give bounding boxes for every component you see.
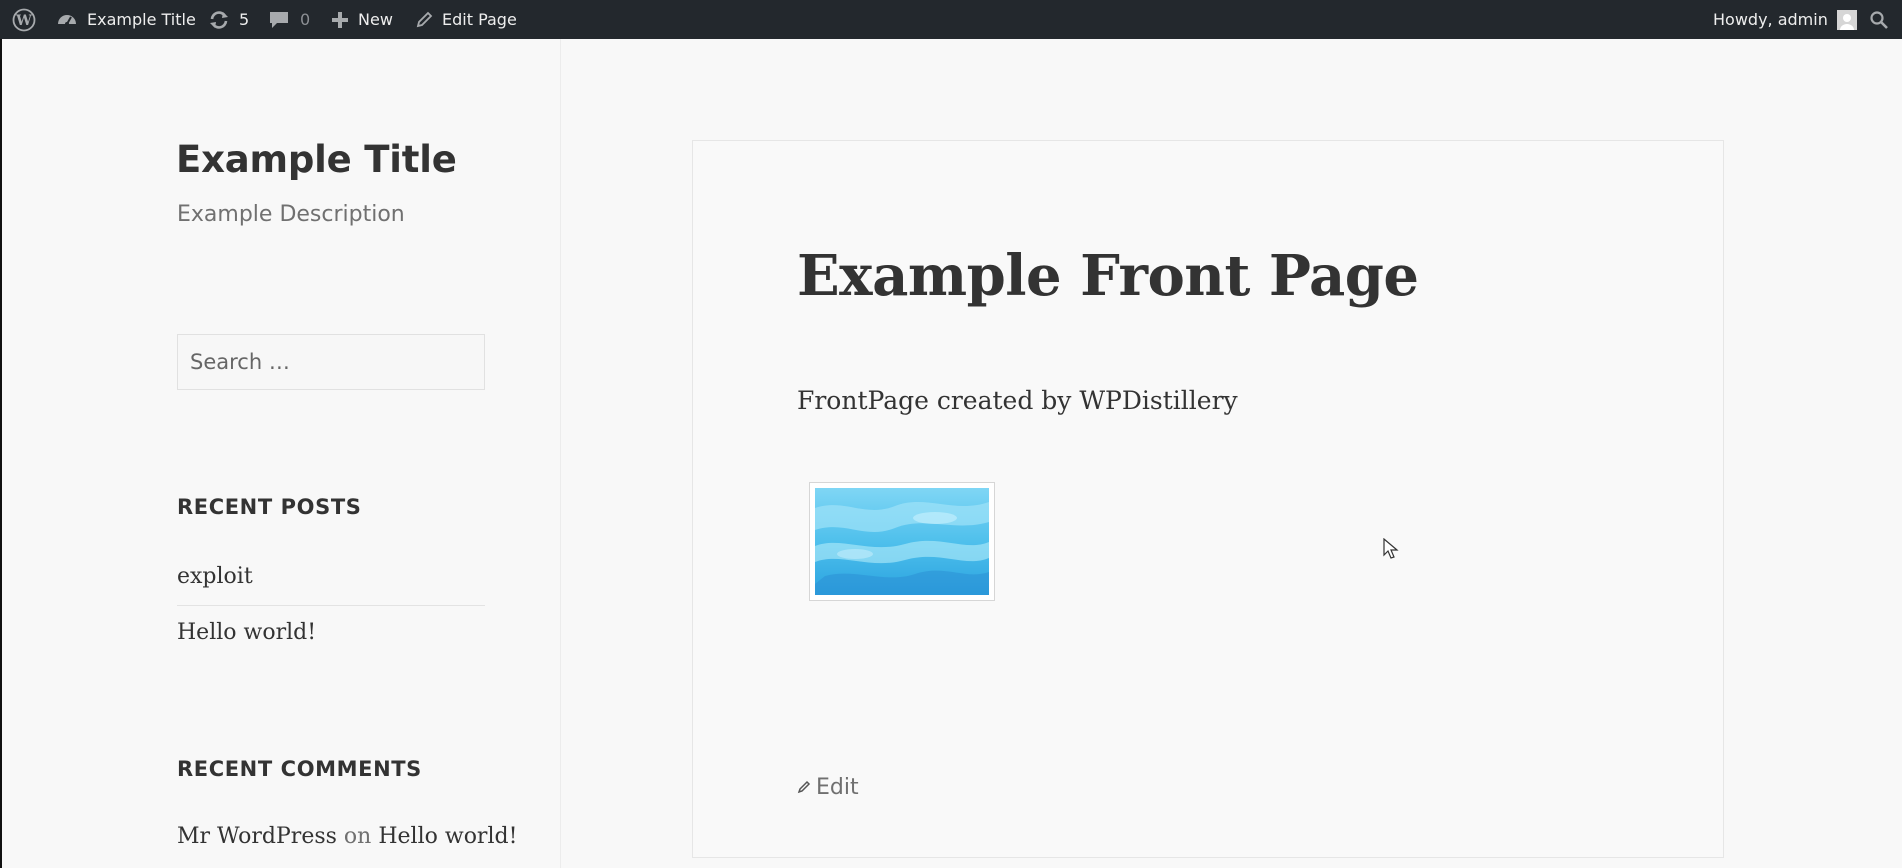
recent-comments-heading: RECENT COMMENTS	[177, 757, 422, 781]
avatar	[1836, 9, 1857, 30]
divider	[177, 605, 485, 606]
plus-icon	[331, 11, 349, 29]
pencil-icon	[797, 775, 811, 800]
site-name-label: Example Title	[87, 10, 196, 29]
page-title: Example Front Page	[797, 243, 1419, 309]
recent-comment-item: Mr WordPress on Hello world!	[177, 824, 517, 849]
site-title[interactable]: Example Title	[176, 138, 457, 182]
recent-post-link[interactable]: Hello world!	[177, 620, 316, 645]
comment-on-label: on	[343, 824, 372, 849]
updates-icon	[208, 10, 230, 30]
comment-post-link[interactable]: Hello world!	[378, 824, 517, 849]
content-image[interactable]	[809, 482, 995, 601]
page-content-text: FrontPage created by WPDistillery	[797, 386, 1238, 415]
new-content-menu[interactable]: New	[331, 0, 393, 39]
dashboard-icon	[56, 10, 78, 30]
account-menu[interactable]: Howdy, admin	[1713, 0, 1857, 39]
new-label: New	[358, 10, 393, 29]
updates-count: 5	[239, 10, 250, 29]
comment-author-link[interactable]: Mr WordPress	[177, 824, 337, 849]
greeting-label: Howdy, admin	[1713, 10, 1828, 29]
mouse-cursor-icon	[1383, 537, 1399, 564]
recent-posts-heading: RECENT POSTS	[177, 495, 362, 519]
edit-page-link[interactable]: Edit Page	[415, 0, 517, 39]
site-description: Example Description	[177, 202, 405, 227]
recent-post-link[interactable]: exploit	[177, 564, 253, 589]
comments-count: 0	[300, 10, 311, 29]
edit-page-link-bottom[interactable]: Edit	[797, 775, 859, 800]
search-input[interactable]	[177, 334, 485, 390]
updates-menu[interactable]: 5	[208, 0, 249, 39]
comments-menu[interactable]: 0	[268, 0, 310, 39]
edit-page-label: Edit Page	[442, 10, 517, 29]
wordpress-logo-icon[interactable]: W	[12, 0, 36, 39]
pencil-icon	[415, 11, 433, 29]
site-name-menu[interactable]: Example Title	[56, 0, 196, 39]
search-icon[interactable]	[1869, 0, 1889, 39]
svg-text:W: W	[15, 13, 32, 29]
admin-bar: W Example Title 5 0 New Edit Page Howdy,…	[0, 0, 1902, 39]
edit-label: Edit	[816, 775, 859, 800]
comment-bubble-icon	[268, 10, 290, 30]
